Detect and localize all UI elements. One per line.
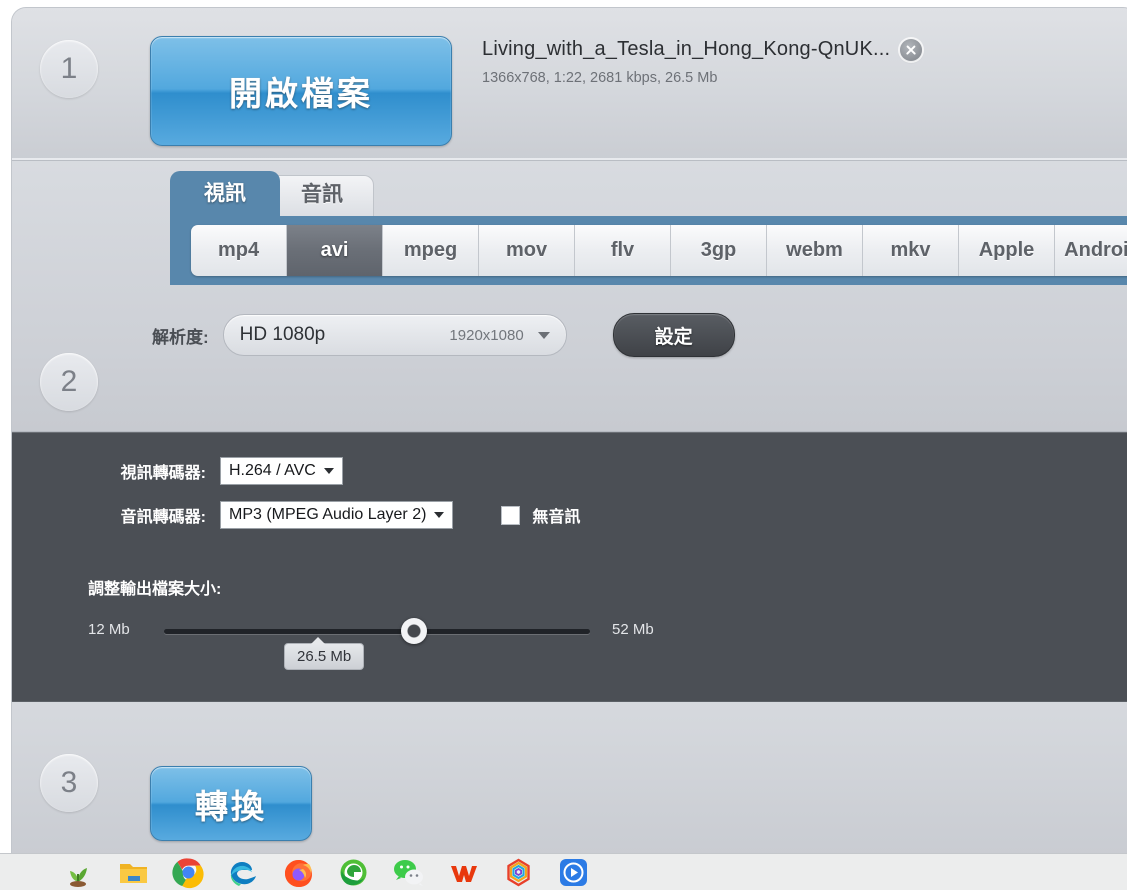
resolution-label: 解析度: (152, 327, 209, 347)
format-avi[interactable]: avi (287, 225, 383, 276)
video-codec-row: 視訊轉碼器: H.264 / AVC (84, 457, 343, 485)
slider-max-label: 52 Mb (612, 621, 654, 638)
format-mpeg[interactable]: mpeg (383, 225, 479, 276)
format-3gp[interactable]: 3gp (671, 225, 767, 276)
resolution-select[interactable]: HD 1080p 1920x1080 (222, 314, 567, 356)
advanced-settings-panel: 視訊轉碼器: H.264 / AVC 音訊轉碼器: MP3 (MPEG Audi… (12, 432, 1127, 702)
edge-icon[interactable] (227, 856, 260, 889)
audio-codec-select[interactable]: MP3 (MPEG Audio Layer 2) (220, 501, 454, 529)
convert-button[interactable]: 轉換 (150, 766, 312, 841)
step-number-3: 3 (40, 754, 98, 812)
file-name: Living_with_a_Tesla_in_Hong_Kong-QnUK... (482, 38, 891, 60)
step-number-1: 1 (40, 40, 98, 98)
format-webm[interactable]: webm (767, 225, 863, 276)
video-codec-label: 視訊轉碼器: (120, 465, 206, 482)
format-button-strip: mp4 avi mpeg mov flv 3gp webm mkv Apple … (191, 225, 1127, 276)
internet-explorer-icon[interactable] (337, 856, 370, 889)
video-codec-select[interactable]: H.264 / AVC (220, 457, 343, 485)
format-flv[interactable]: flv (575, 225, 671, 276)
open-file-button[interactable]: 開啟檔案 (150, 36, 452, 146)
step2-section: 2 視訊 音訊 mp4 avi mpeg mov flv 3gp webm mkv… (12, 161, 1127, 432)
video-converter-window: 1 開啟檔案 Living_with_a_Tesla_in_Hong_Kong-… (12, 8, 1127, 853)
format-apple[interactable]: Apple (959, 225, 1055, 276)
wps-office-icon[interactable] (447, 856, 480, 889)
settings-button[interactable]: 設定 (612, 313, 735, 357)
format-android[interactable]: Android (1055, 225, 1127, 276)
slider-min-label: 12 Mb (88, 621, 130, 638)
tab-video[interactable]: 視訊 (170, 171, 280, 216)
step3-section: 3 轉換 (12, 702, 1127, 853)
resolution-value: HD 1080p (239, 324, 326, 345)
format-mkv[interactable]: mkv (863, 225, 959, 276)
format-bar: mp4 avi mpeg mov flv 3gp webm mkv Apple … (170, 216, 1127, 285)
file-info: Living_with_a_Tesla_in_Hong_Kong-QnUK...… (482, 38, 1042, 86)
file-meta: 1366x768, 1:22, 2681 kbps, 26.5 Mb (482, 70, 718, 86)
media-player-icon[interactable] (557, 856, 590, 889)
audio-codec-row: 音訊轉碼器: MP3 (MPEG Audio Layer 2) 無音訊 (84, 501, 580, 529)
close-circle-icon[interactable] (900, 38, 923, 61)
resolution-row: 解析度: HD 1080p 1920x1080 設定 (152, 313, 735, 357)
step1-section: 1 開啟檔案 Living_with_a_Tesla_in_Hong_Kong-… (12, 8, 1127, 161)
taskbar (0, 853, 1127, 890)
screen: 1 開啟檔案 Living_with_a_Tesla_in_Hong_Kong-… (0, 0, 1127, 890)
hexagon-app-icon[interactable] (494, 853, 543, 890)
no-audio-checkbox[interactable] (501, 505, 521, 525)
slider-value-bubble: 26.5 Mb (284, 637, 365, 670)
format-mp4[interactable]: mp4 (191, 225, 287, 276)
sprout-icon[interactable] (54, 853, 103, 890)
slider-track[interactable] (164, 618, 590, 644)
format-mov[interactable]: mov (479, 225, 575, 276)
tab-audio[interactable]: 音訊 (270, 175, 374, 216)
firefox-icon[interactable] (282, 856, 315, 889)
resolution-dimensions: 1920x1080 (449, 326, 524, 344)
wechat-icon[interactable] (392, 856, 425, 889)
slider-thumb[interactable] (401, 618, 427, 644)
output-size-title: 調整輸出檔案大小: (88, 581, 222, 598)
chrome-icon[interactable] (164, 853, 213, 890)
no-audio-label: 無音訊 (532, 509, 581, 526)
no-audio-option: 無音訊 (501, 503, 580, 527)
chevron-down-icon (537, 331, 550, 339)
media-type-tabs: 視訊 音訊 (170, 171, 374, 216)
file-explorer-icon[interactable] (117, 856, 150, 889)
step-number-2: 2 (40, 353, 98, 411)
audio-codec-label: 音訊轉碼器: (120, 509, 206, 526)
